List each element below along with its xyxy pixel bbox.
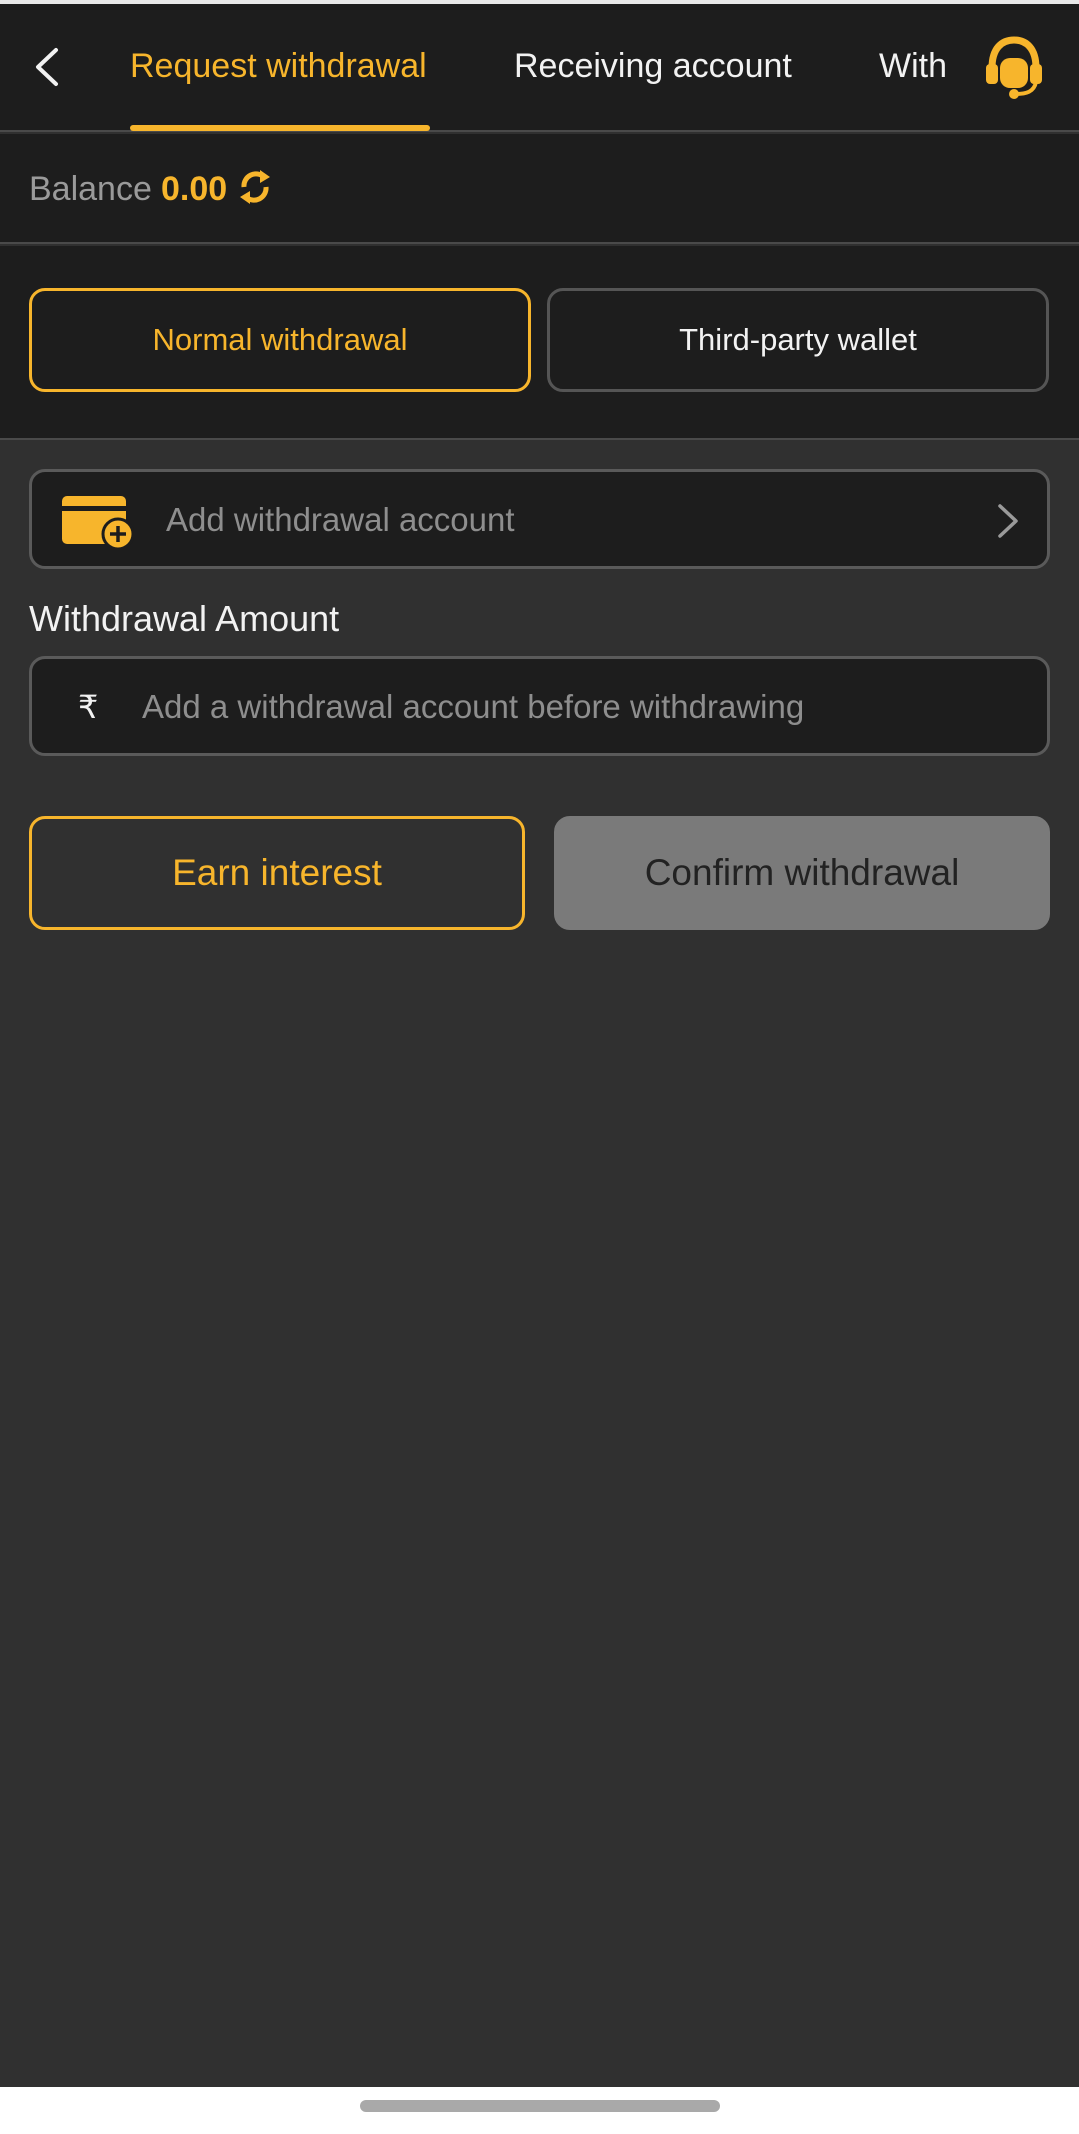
active-tab-indicator (130, 125, 430, 131)
chevron-right-icon (998, 504, 1018, 538)
wallet-add-icon (62, 496, 134, 548)
back-chevron-icon[interactable] (26, 42, 70, 92)
amount-input[interactable] (142, 679, 1022, 735)
headset-icon[interactable] (982, 34, 1046, 100)
confirm-withdrawal-button[interactable]: Confirm withdrawal (554, 816, 1050, 930)
tab-header: Request withdrawal Receiving account Wit… (0, 4, 1079, 132)
balance-value: 0.00 (161, 170, 228, 208)
tab-receiving-account[interactable]: Receiving account (514, 38, 792, 94)
home-indicator[interactable] (360, 2100, 720, 2112)
balance-bar: Balance 0.00 (0, 134, 1079, 244)
add-account-label: Add withdrawal account (166, 501, 515, 538)
add-withdrawal-account-row[interactable]: Add withdrawal account (29, 469, 1050, 569)
withdrawal-type-bar: Normal withdrawal Third-party wallet (0, 246, 1079, 440)
balance-label: Balance (29, 170, 152, 208)
tab-withdrawal-history[interactable]: With (879, 38, 947, 94)
withdrawal-amount-title: Withdrawal Amount (29, 598, 340, 639)
refresh-icon[interactable] (236, 167, 274, 207)
withdrawal-screen: Request withdrawal Receiving account Wit… (0, 0, 1079, 2087)
earn-interest-button[interactable]: Earn interest (29, 816, 525, 930)
tab-request-withdrawal[interactable]: Request withdrawal (130, 38, 427, 94)
rupee-symbol: ₹ (78, 688, 99, 726)
normal-withdrawal-button[interactable]: Normal withdrawal (29, 288, 531, 392)
third-party-wallet-button[interactable]: Third-party wallet (547, 288, 1049, 392)
withdrawal-amount-field: ₹ (29, 656, 1050, 756)
